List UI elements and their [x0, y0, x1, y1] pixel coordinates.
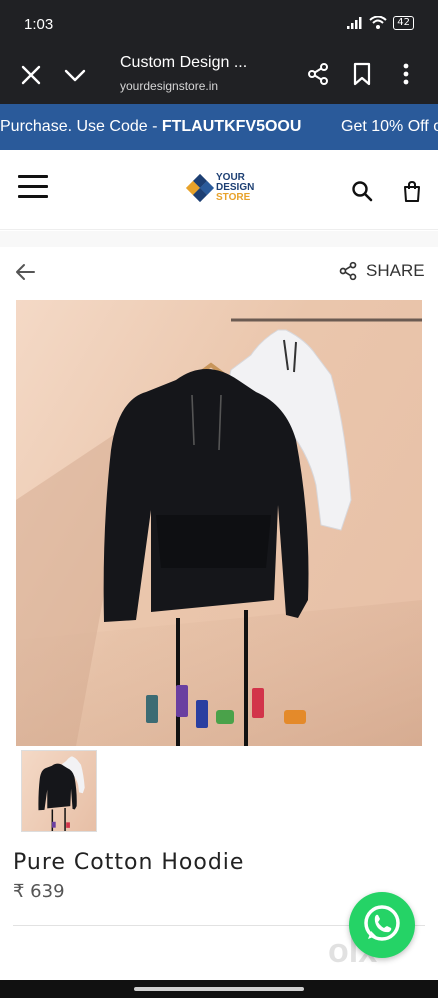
promo-text-next: Get 10% Off o: [341, 118, 438, 135]
logo-mark: [185, 173, 215, 203]
share-icon: [339, 261, 357, 281]
chevron-down-icon[interactable]: [64, 64, 86, 86]
logo-line-3: STORE: [216, 192, 251, 203]
battery-indicator: 42: [393, 16, 414, 30]
product-main-image[interactable]: [16, 300, 422, 746]
hoodie-illustration: [16, 318, 422, 746]
close-icon[interactable]: [20, 64, 42, 86]
bookmark-icon[interactable]: [351, 62, 373, 86]
system-nav-bar: [0, 980, 438, 998]
wifi-icon: [369, 16, 387, 29]
status-bar: 1:03 42: [0, 0, 438, 48]
status-time: 1:03: [24, 16, 54, 33]
signal-icon: [347, 17, 362, 29]
promo-text: Purchase. Use Code - FTLAUTKFV5OOU: [0, 104, 301, 150]
section-gap: [0, 231, 438, 247]
product-title: Pure Cotton Hoodie: [13, 850, 245, 875]
site-header: YOUR DESIGN STORE: [0, 150, 438, 230]
page-url[interactable]: yourdesignstore.in: [120, 79, 218, 93]
promo-code: FTLAUTKFV5OOU: [161, 118, 302, 135]
whatsapp-icon: [364, 905, 400, 941]
status-icons: 42: [347, 16, 414, 30]
home-gesture-pill[interactable]: [134, 987, 304, 991]
more-vert-icon[interactable]: [396, 62, 416, 86]
search-icon[interactable]: [351, 180, 373, 202]
whatsapp-button[interactable]: [349, 892, 415, 958]
promo-banner[interactable]: Purchase. Use Code - FTLAUTKFV5OOU Get 1…: [0, 104, 438, 150]
share-button[interactable]: SHARE: [338, 261, 425, 281]
logo-text: YOUR DESIGN STORE: [216, 173, 254, 203]
promo-prefix: Purchase. Use Code -: [0, 118, 162, 135]
menu-icon[interactable]: [18, 175, 48, 199]
product-thumbnail[interactable]: [21, 750, 97, 832]
thumbnail-illustration: [38, 756, 85, 831]
share-label: SHARE: [366, 261, 425, 280]
share-icon[interactable]: [306, 62, 330, 86]
product-price: ₹ 639: [13, 881, 65, 902]
back-arrow-icon[interactable]: [14, 261, 36, 283]
page-title[interactable]: Custom Design ...: [120, 54, 247, 72]
shopping-bag-icon[interactable]: [402, 180, 422, 202]
store-logo[interactable]: YOUR DESIGN STORE: [185, 173, 254, 203]
browser-toolbar: Custom Design ... yourdesignstore.in: [0, 48, 438, 104]
